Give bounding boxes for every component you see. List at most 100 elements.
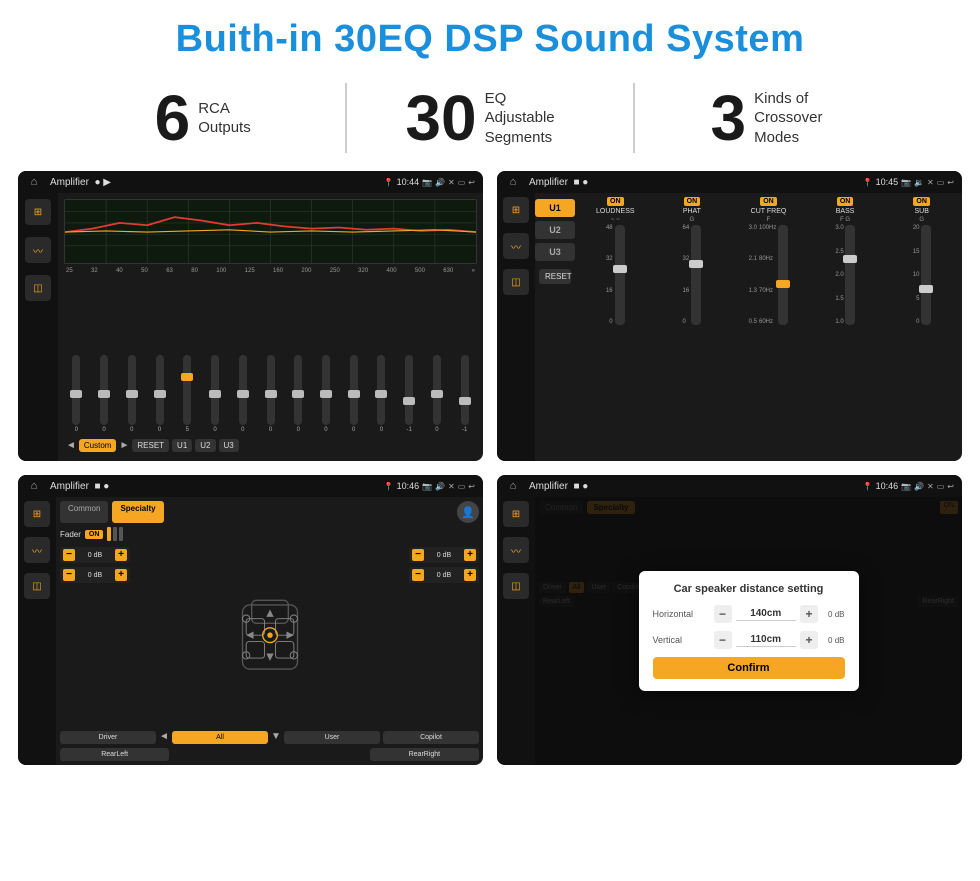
horizontal-minus-btn[interactable]: − [714, 605, 732, 623]
camera-icon-2: 📷 [901, 178, 911, 187]
all-btn[interactable]: All [172, 731, 268, 744]
close-icon-2: ✕ [927, 178, 934, 187]
amp-reset-btn[interactable]: RESET [539, 269, 571, 284]
sp-tab-common[interactable]: Common [60, 501, 108, 523]
home-icon-4[interactable]: ⌂ [505, 478, 521, 494]
dist-filter-icon[interactable]: ⊞ [503, 501, 529, 527]
fader-on-btn[interactable]: ON [85, 530, 104, 539]
dist-main: Common Specialty ON Driver All User Copi… [535, 497, 962, 765]
horizontal-plus-btn[interactable]: + [800, 605, 818, 623]
eq-vol-icon[interactable]: ◫ [25, 275, 51, 301]
window-icon-4: ▭ [937, 482, 945, 491]
vertical-minus-btn[interactable]: − [714, 631, 732, 649]
sp-tab-specialty[interactable]: Specialty [112, 501, 163, 523]
amp-wave-icon[interactable]: 〰 [503, 233, 529, 259]
phat-on[interactable]: ON [684, 197, 701, 206]
location-icon-3: 📍 [384, 482, 394, 491]
window-icon-1: ▭ [458, 178, 466, 187]
eq-u1-btn[interactable]: U1 [172, 439, 192, 452]
eq-freq-labels: 25 32 40 50 63 80 100 125 160 200 250 32… [64, 268, 477, 274]
back-icon-2: ↩ [947, 178, 954, 187]
db-plus-4[interactable]: + [464, 569, 476, 581]
down-arrow-btn[interactable]: ▼ [271, 731, 281, 744]
vertical-plus-btn[interactable]: + [800, 631, 818, 649]
amp-vol-icon[interactable]: ◫ [503, 269, 529, 295]
status-title-4: Amplifier ■ ● [529, 481, 859, 492]
close-icon-1: ✕ [448, 178, 455, 187]
db-row-2: − 0 dB + [60, 567, 130, 583]
rearleft-btn[interactable]: RearLeft [60, 748, 169, 761]
driver-btn[interactable]: Driver [60, 731, 156, 744]
phat-track[interactable] [691, 225, 701, 325]
car-diagram [134, 547, 405, 727]
eq-prev-btn[interactable]: ◄ [66, 440, 76, 451]
amp-bands: ON LOUDNESS ~~ 48 32 16 0 [575, 193, 962, 461]
sub-track[interactable] [921, 225, 931, 325]
screen-speaker: ⌂ Amplifier ■ ● 📍 10:46 📷 🔊 ✕ ▭ ↩ ⊞ 〰 ◫ [18, 475, 483, 765]
bass-track[interactable] [845, 225, 855, 325]
sp-wave-icon[interactable]: 〰 [24, 537, 50, 563]
eq-u3-btn[interactable]: U3 [219, 439, 239, 452]
eq-thumb-0[interactable] [70, 390, 82, 398]
eq-filter-icon[interactable]: ⊞ [25, 199, 51, 225]
eq-wave-icon[interactable]: 〰 [25, 237, 51, 263]
camera-icon: 📷 [422, 178, 432, 187]
eq-custom-btn[interactable]: Custom [79, 439, 117, 452]
amp-u1-btn[interactable]: U1 [535, 199, 575, 217]
db-plus-2[interactable]: + [115, 569, 127, 581]
loudness-on[interactable]: ON [607, 197, 624, 206]
eq-reset-btn[interactable]: RESET [132, 439, 169, 452]
status-time-1: 10:44 [397, 177, 420, 187]
close-icon-4: ✕ [927, 482, 934, 491]
status-bar-1: ⌂ Amplifier ● ▶ 📍 10:44 📷 🔊 ✕ ▭ ↩ [18, 171, 483, 193]
db-minus-2[interactable]: − [63, 569, 75, 581]
horizontal-control: − 140cm + [714, 605, 819, 623]
status-time-3: 10:46 [397, 481, 420, 491]
sp-profile-icon[interactable]: 👤 [457, 501, 479, 523]
db-minus-1[interactable]: − [63, 549, 75, 561]
vertical-label: Vertical [653, 635, 708, 645]
db-minus-4[interactable]: − [412, 569, 424, 581]
rearright-btn[interactable]: RearRight [370, 748, 479, 761]
left-arrow-btn[interactable]: ◄ [159, 731, 169, 744]
loudness-track[interactable] [615, 225, 625, 325]
home-icon-3[interactable]: ⌂ [26, 478, 42, 494]
sub-on[interactable]: ON [913, 197, 930, 206]
stat-label-eq: EQ Adjustable Segments [485, 89, 575, 148]
home-icon[interactable]: ⌂ [26, 174, 42, 190]
user-btn[interactable]: User [284, 731, 380, 744]
dist-wave-icon[interactable]: 〰 [503, 537, 529, 563]
horizontal-db-control: 0 dB [828, 610, 844, 619]
eq-next-btn[interactable]: ► [119, 440, 129, 451]
amp-sidebar: ⊞ 〰 ◫ [497, 193, 535, 461]
eq-sidebar: ⊞ 〰 ◫ [18, 193, 58, 461]
copilot-btn[interactable]: Copilot [383, 731, 479, 744]
window-icon-2: ▭ [937, 178, 945, 187]
eq-track-0[interactable] [72, 355, 80, 425]
eq-u2-btn[interactable]: U2 [195, 439, 215, 452]
location-icon: 📍 [384, 178, 394, 187]
location-icon-2: 📍 [863, 178, 873, 187]
stat-crossover: 3 Kinds of Crossover Modes [635, 86, 920, 150]
dist-vol-icon[interactable]: ◫ [503, 573, 529, 599]
amp-u2-btn[interactable]: U2 [535, 221, 575, 239]
status-title-3: Amplifier ■ ● [50, 481, 380, 492]
confirm-button[interactable]: Confirm [653, 657, 845, 679]
dist-content: ⊞ 〰 ◫ Common Specialty ON [497, 497, 962, 765]
db-row-4: − 0 dB + [409, 567, 479, 583]
home-icon-2[interactable]: ⌂ [505, 174, 521, 190]
db-plus-1[interactable]: + [115, 549, 127, 561]
status-time-4: 10:46 [876, 481, 899, 491]
status-icons-4: 📍 10:46 📷 🔊 ✕ ▭ ↩ [863, 481, 954, 491]
cutfreq-track[interactable] [778, 225, 788, 325]
amp-filter-icon[interactable]: ⊞ [503, 197, 529, 223]
db-minus-3[interactable]: − [412, 549, 424, 561]
db-plus-3[interactable]: + [464, 549, 476, 561]
sp-filter-icon[interactable]: ⊞ [24, 501, 50, 527]
bass-on[interactable]: ON [837, 197, 854, 206]
amp-u3-btn[interactable]: U3 [535, 243, 575, 261]
stat-rca: 6 RCA Outputs [60, 86, 345, 150]
stat-number-eq: 30 [405, 86, 476, 150]
sp-vol-icon[interactable]: ◫ [24, 573, 50, 599]
cutfreq-on[interactable]: ON [760, 197, 777, 206]
